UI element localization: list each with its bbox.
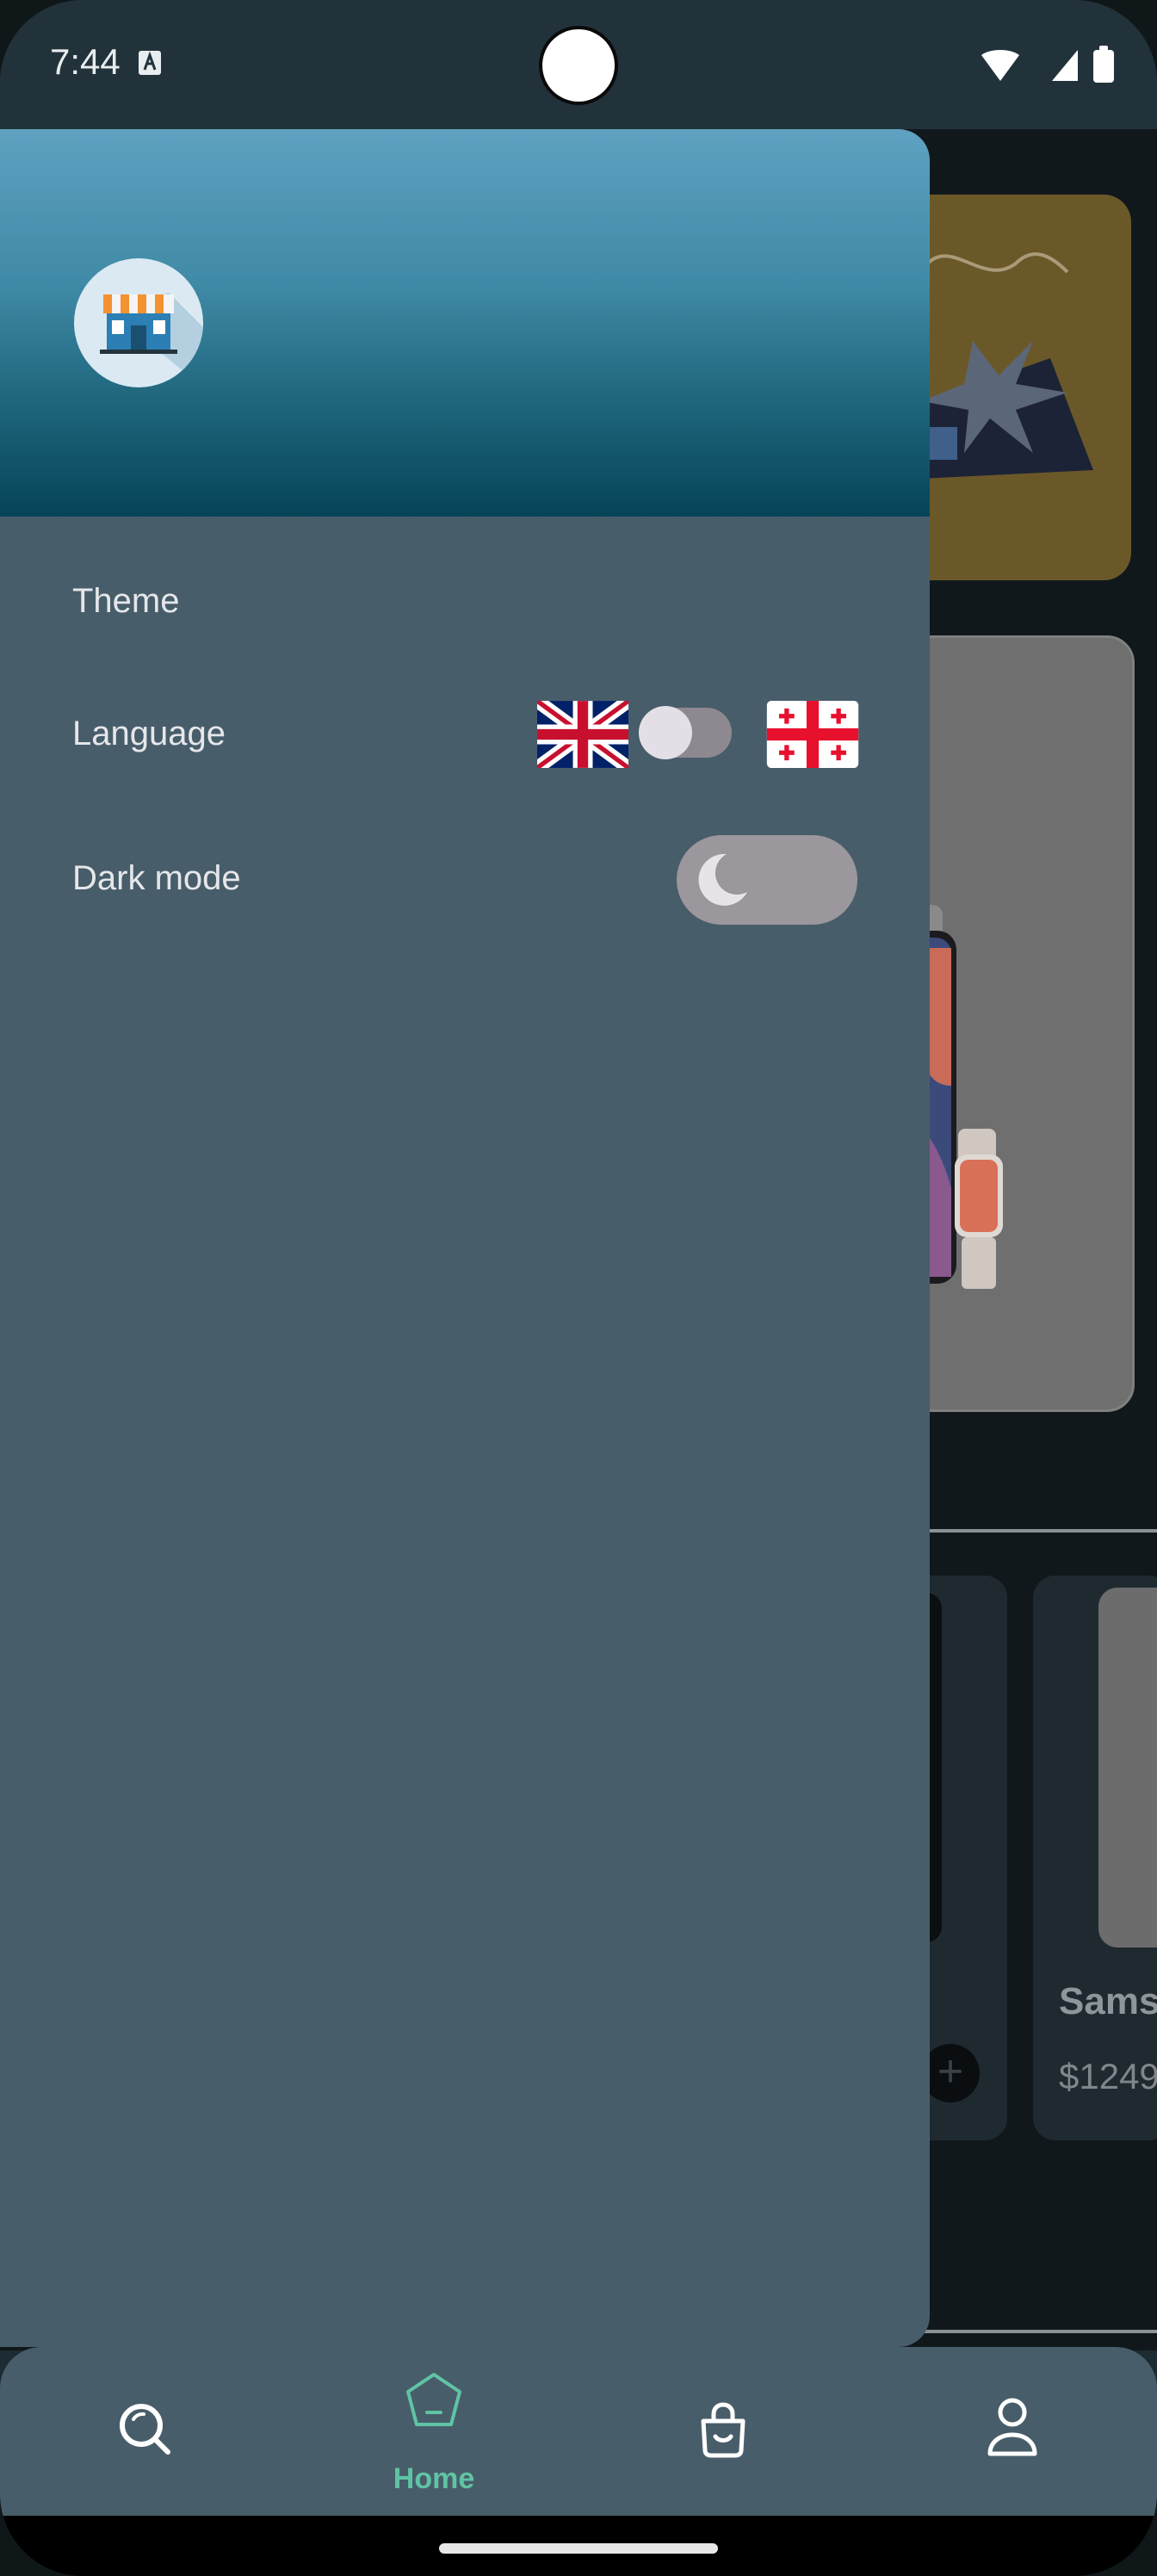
product-price: $1249 [1059, 2056, 1157, 2096]
user-icon [987, 2398, 1037, 2456]
language-toggle-knob[interactable] [639, 706, 692, 759]
battery-icon [1093, 50, 1114, 83]
menu-item-language: Language [72, 715, 226, 752]
product-list-card[interactable]: Sams $1249 [1033, 1576, 1157, 2140]
navigation-drawer: Theme Language Dark mode [0, 129, 930, 2347]
signal-icon [1052, 50, 1078, 81]
nav-item-bag[interactable] [663, 2347, 783, 2516]
georgia-flag-icon[interactable] [766, 701, 859, 768]
phone-screen: 7:44 + Sams $1249 Theme Language Dark mo… [0, 0, 1157, 2576]
status-bar: 7:44 [0, 0, 1157, 129]
camera-cutout [542, 29, 615, 102]
home-icon [406, 2373, 461, 2426]
section-divider [913, 1529, 1157, 1533]
nav-item-search[interactable] [84, 2347, 205, 2516]
status-icons [981, 46, 1114, 83]
uk-flag-icon[interactable] [537, 701, 628, 768]
drawer-header [0, 129, 930, 517]
moon-icon [698, 853, 747, 906]
section-divider [913, 2330, 1157, 2333]
bottom-navigation-bar: Home [0, 2347, 1157, 2516]
menu-item-dark-mode: Dark mode [72, 859, 241, 897]
menu-item-theme[interactable]: Theme [72, 582, 180, 621]
product-image [1098, 1588, 1157, 1947]
gesture-navigation-bar [0, 2516, 1157, 2576]
wifi-icon [981, 50, 1019, 81]
add-to-cart-button[interactable]: + [921, 2044, 980, 2102]
nav-item-home[interactable]: Home [374, 2347, 494, 2516]
store-icon [100, 293, 203, 387]
status-time: 7:44 [50, 41, 121, 82]
search-icon [120, 2404, 170, 2455]
nav-label-home: Home [393, 2462, 475, 2495]
keyboard-a-icon [139, 51, 161, 75]
gesture-handle[interactable] [439, 2543, 718, 2554]
store-avatar [74, 258, 203, 387]
shopping-bag-icon [701, 2402, 746, 2458]
product-name: Sams [1059, 1980, 1157, 2022]
nav-item-profile[interactable] [952, 2347, 1073, 2516]
